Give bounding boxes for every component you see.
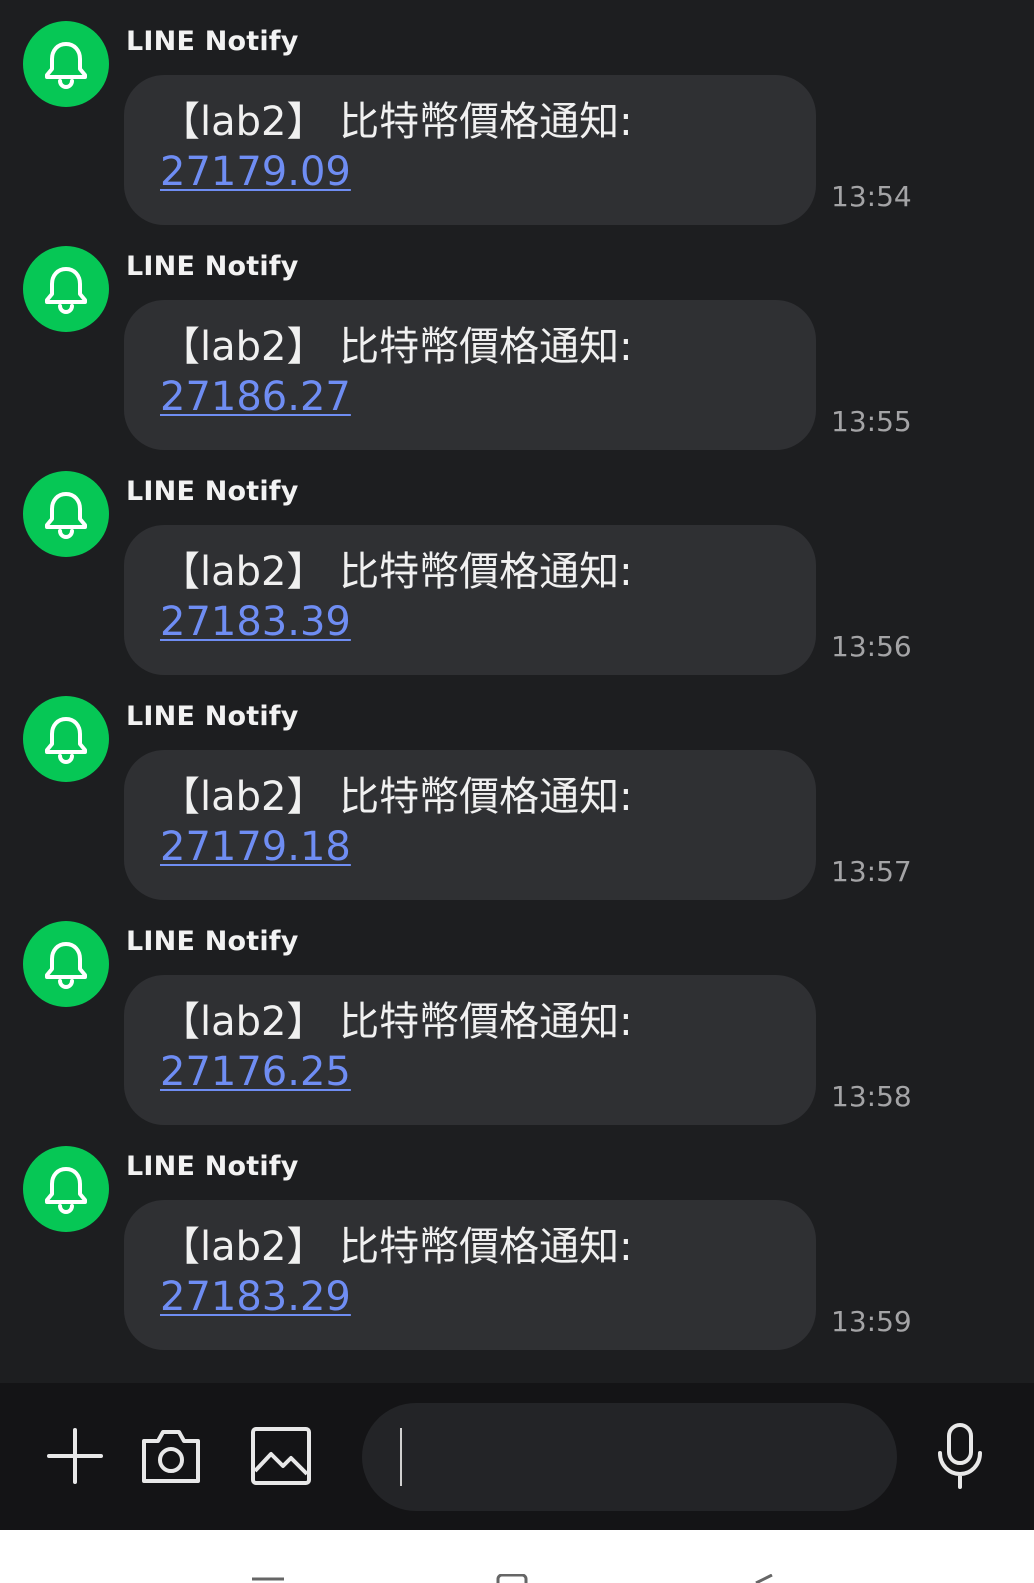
message-field[interactable]	[362, 1403, 897, 1511]
recent-apps-icon[interactable]	[250, 1574, 286, 1583]
message-timestamp: 13:56	[831, 630, 912, 663]
price-link[interactable]: 27179.18	[160, 822, 351, 872]
message-text: 【lab2】 比特幣價格通知:	[160, 99, 633, 145]
message-text: 【lab2】 比特幣價格通知:	[160, 324, 633, 370]
bell-icon	[45, 267, 87, 314]
sender-name: LINE Notify	[126, 701, 299, 732]
price-link[interactable]: 27179.09	[160, 147, 351, 197]
sender-name: LINE Notify	[126, 1151, 299, 1182]
line-notify-avatar[interactable]	[23, 246, 109, 332]
bell-icon	[45, 1167, 87, 1214]
system-navigation-bar	[0, 1530, 1034, 1583]
message-timestamp: 13:58	[831, 1080, 912, 1113]
chat-message-list[interactable]: LINE Notify 【lab2】 比特幣價格通知: 27179.09 13:…	[0, 0, 1034, 1383]
line-notify-avatar[interactable]	[23, 21, 109, 107]
line-app: LINE Notify 【lab2】 比特幣價格通知: 27179.09 13:…	[0, 0, 1034, 1583]
message-item: LINE Notify 【lab2】 比特幣價格通知: 27179.09 13:…	[0, 0, 1034, 225]
sender-name: LINE Notify	[126, 26, 299, 57]
bell-icon	[45, 492, 87, 539]
message-bubble[interactable]: 【lab2】 比特幣價格通知: 27183.29	[124, 1200, 816, 1350]
message-bubble[interactable]: 【lab2】 比特幣價格通知: 27186.27	[124, 300, 816, 450]
price-link[interactable]: 27186.27	[160, 372, 351, 422]
message-bubble[interactable]: 【lab2】 比特幣價格通知: 27183.39	[124, 525, 816, 675]
message-item: LINE Notify 【lab2】 比特幣價格通知: 27183.29 13:…	[0, 1125, 1034, 1350]
price-link[interactable]: 27176.25	[160, 1047, 351, 1097]
price-link[interactable]: 27183.39	[160, 597, 351, 647]
message-timestamp: 13:55	[831, 405, 912, 438]
bell-icon	[45, 942, 87, 989]
plus-icon[interactable]	[42, 1423, 108, 1489]
bell-icon	[45, 42, 87, 89]
message-input-bar	[0, 1383, 1034, 1530]
message-bubble[interactable]: 【lab2】 比特幣價格通知: 27176.25	[124, 975, 816, 1125]
camera-icon[interactable]	[136, 1421, 206, 1491]
message-item: LINE Notify 【lab2】 比特幣價格通知: 27183.39 13:…	[0, 450, 1034, 675]
line-notify-avatar[interactable]	[23, 696, 109, 782]
message-timestamp: 13:54	[831, 180, 912, 213]
bell-icon	[45, 717, 87, 764]
sender-name: LINE Notify	[126, 926, 299, 957]
message-item: LINE Notify 【lab2】 比特幣價格通知: 27186.27 13:…	[0, 225, 1034, 450]
back-icon[interactable]	[752, 1574, 776, 1583]
image-icon[interactable]	[246, 1421, 316, 1491]
microphone-icon[interactable]	[930, 1419, 990, 1493]
price-link[interactable]: 27183.29	[160, 1272, 351, 1322]
sender-name: LINE Notify	[126, 476, 299, 507]
message-text: 【lab2】 比特幣價格通知:	[160, 549, 633, 595]
message-item: LINE Notify 【lab2】 比特幣價格通知: 27179.18 13:…	[0, 675, 1034, 900]
message-text: 【lab2】 比特幣價格通知:	[160, 999, 633, 1045]
line-notify-avatar[interactable]	[23, 1146, 109, 1232]
message-bubble[interactable]: 【lab2】 比特幣價格通知: 27179.09	[124, 75, 816, 225]
home-icon[interactable]	[495, 1574, 529, 1583]
line-notify-avatar[interactable]	[23, 471, 109, 557]
line-notify-avatar[interactable]	[23, 921, 109, 1007]
message-timestamp: 13:59	[831, 1305, 912, 1338]
message-text: 【lab2】 比特幣價格通知:	[160, 774, 633, 820]
message-item: LINE Notify 【lab2】 比特幣價格通知: 27176.25 13:…	[0, 900, 1034, 1125]
message-timestamp: 13:57	[831, 855, 912, 888]
sender-name: LINE Notify	[126, 251, 299, 282]
message-text: 【lab2】 比特幣價格通知:	[160, 1224, 633, 1270]
message-input[interactable]	[400, 1428, 797, 1486]
message-bubble[interactable]: 【lab2】 比特幣價格通知: 27179.18	[124, 750, 816, 900]
